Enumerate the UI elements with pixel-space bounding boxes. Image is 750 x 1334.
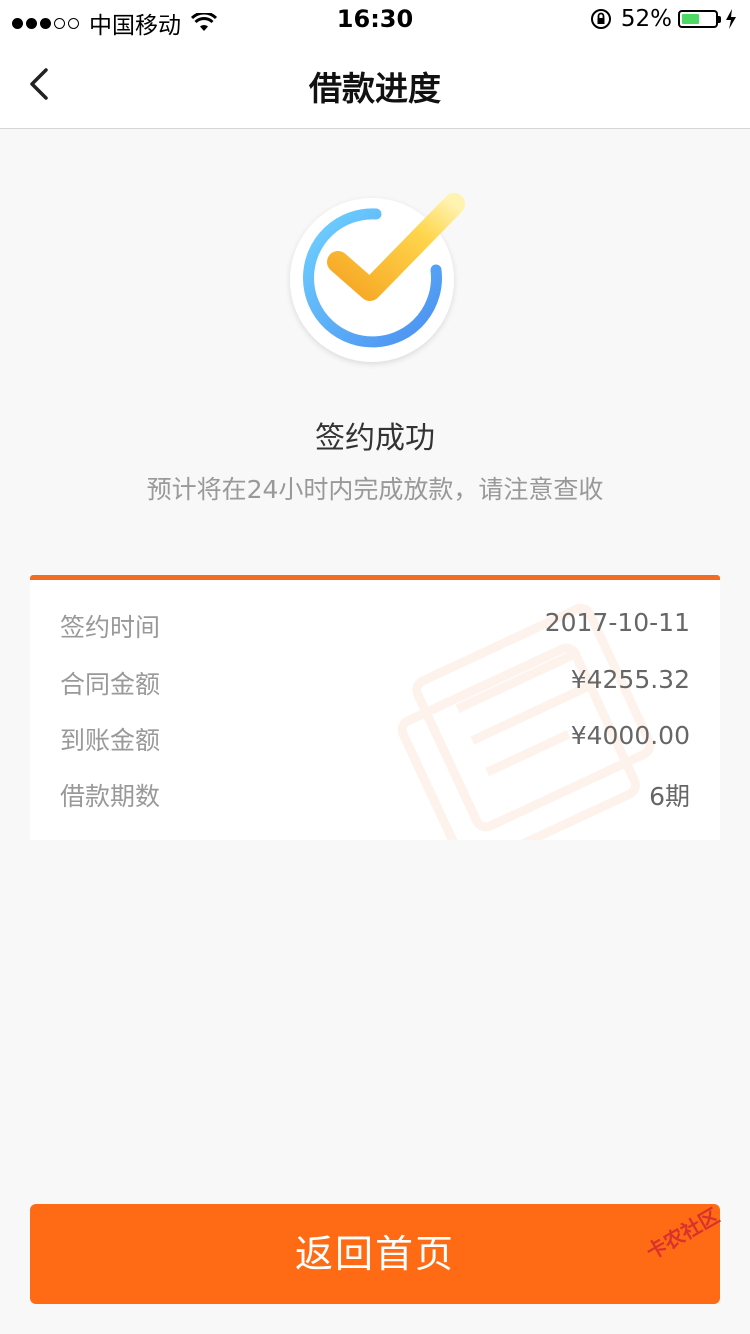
detail-label: 借款期数 — [60, 782, 161, 811]
success-title: 签约成功 — [315, 421, 435, 456]
detail-row-sign-date: 签约时间 2017-10-11 — [60, 608, 690, 648]
battery-fill — [682, 14, 699, 24]
orientation-lock-icon — [590, 9, 611, 29]
return-home-button[interactable]: 返回首页 — [30, 1204, 720, 1304]
card-accent-bar — [30, 575, 720, 580]
detail-row-received-amount: 到账金额 ¥4000.00 — [60, 721, 690, 761]
detail-label: 合同金额 — [60, 670, 161, 699]
detail-label: 签约时间 — [60, 613, 161, 642]
loan-details-card: 签约时间 2017-10-11 合同金额 ¥4255.32 到账金额 ¥4000… — [30, 575, 720, 840]
navigation-bar: 借款进度 — [0, 40, 750, 129]
page-title: 借款进度 — [309, 69, 441, 108]
detail-row-installments: 借款期数 6期 — [60, 777, 690, 817]
detail-value: ¥4000.00 — [570, 721, 690, 750]
detail-value: 6期 — [649, 782, 690, 811]
detail-row-contract-amount: 合同金额 ¥4255.32 — [60, 665, 690, 705]
battery-icon — [678, 10, 721, 28]
status-right: 52% — [589, 6, 738, 32]
status-bar: 中国移动 16:30 52% — [0, 0, 750, 40]
battery-percentage: 52% — [620, 6, 672, 32]
detail-label: 到账金额 — [60, 726, 161, 755]
success-subtitle: 预计将在24小时内完成放款，请注意查收 — [146, 475, 604, 504]
charging-bolt-icon — [726, 9, 736, 29]
check-circle-icon — [290, 193, 465, 362]
detail-value: ¥4255.32 — [570, 665, 690, 694]
detail-value: 2017-10-11 — [544, 608, 690, 637]
